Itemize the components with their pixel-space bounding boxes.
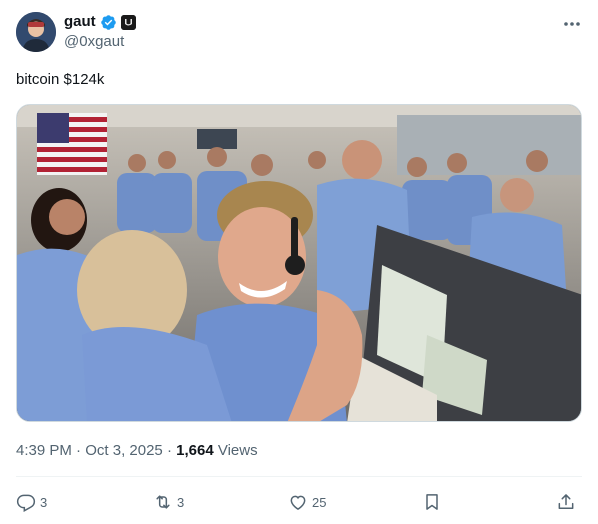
tweet-date[interactable]: Oct 3, 2025 [85, 442, 163, 459]
meta-separator: · [76, 442, 82, 459]
like-button[interactable]: 25 [288, 488, 326, 516]
verified-badge-icon[interactable] [100, 14, 117, 31]
user-handle[interactable]: @0xgaut [64, 33, 124, 51]
divider [16, 476, 582, 477]
tweet-metadata: 4:39 PM · Oct 3, 2025 · 1,664 Views [16, 441, 258, 461]
views-label: Views [217, 442, 258, 459]
avatar[interactable] [16, 12, 56, 52]
reply-icon [16, 494, 36, 512]
views-count: 1,664 [176, 442, 214, 459]
reply-count: 3 [40, 494, 48, 510]
repost-count: 3 [177, 494, 185, 510]
reply-button[interactable]: 3 [16, 488, 47, 516]
like-icon [290, 495, 306, 510]
repost-icon [156, 495, 170, 509]
tweet-media-photo[interactable] [16, 104, 582, 422]
share-button[interactable] [556, 488, 576, 516]
bookmark-icon [426, 494, 438, 510]
repost-button[interactable]: 3 [153, 488, 184, 516]
tweet-header: gaut @0xgaut [16, 12, 582, 54]
meta-separator: · [166, 442, 172, 459]
share-icon [558, 494, 574, 509]
tweet-time[interactable]: 4:39 PM [16, 442, 72, 459]
bookmark-button[interactable] [422, 488, 442, 516]
avatar-image [16, 12, 56, 52]
like-count: 25 [312, 494, 327, 510]
name-row: gaut [64, 13, 136, 31]
action-bar: 3 3 25 [16, 488, 582, 516]
more-options-icon[interactable] [562, 16, 582, 32]
mission-control-celebration-photo [17, 105, 581, 421]
tweet-text: bitcoin $124k [16, 71, 105, 88]
affiliation-badge-icon[interactable] [120, 14, 136, 30]
display-name[interactable]: gaut [64, 13, 96, 31]
